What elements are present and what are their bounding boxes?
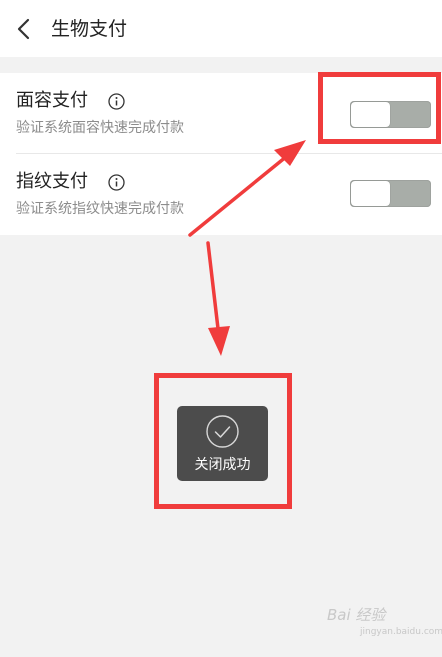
annotation-box-toggle <box>318 72 441 144</box>
annotation-arrow-down <box>206 241 230 356</box>
setting-title: 面容支付 <box>16 90 88 111</box>
info-circle-icon[interactable] <box>108 174 125 191</box>
watermark-url: jingyan.baidu.com <box>360 627 442 637</box>
setting-row-fingerprint-pay: 指纹支付 验证系统指纹快速完成付款 <box>0 154 442 235</box>
setting-title: 指纹支付 <box>16 171 88 192</box>
fingerprint-pay-toggle[interactable] <box>350 180 431 207</box>
chevron-left-icon[interactable] <box>14 18 36 40</box>
toggle-knob <box>351 181 390 206</box>
annotation-box-toast <box>154 373 292 509</box>
app-header: 生物支付 <box>0 0 442 57</box>
setting-subtitle: 验证系统指纹快速完成付款 <box>16 201 184 217</box>
info-circle-icon[interactable] <box>108 93 125 110</box>
page-title: 生物支付 <box>51 18 128 40</box>
watermark-logo: Bai 经验 <box>327 606 386 624</box>
setting-subtitle: 验证系统面容快速完成付款 <box>16 120 184 136</box>
